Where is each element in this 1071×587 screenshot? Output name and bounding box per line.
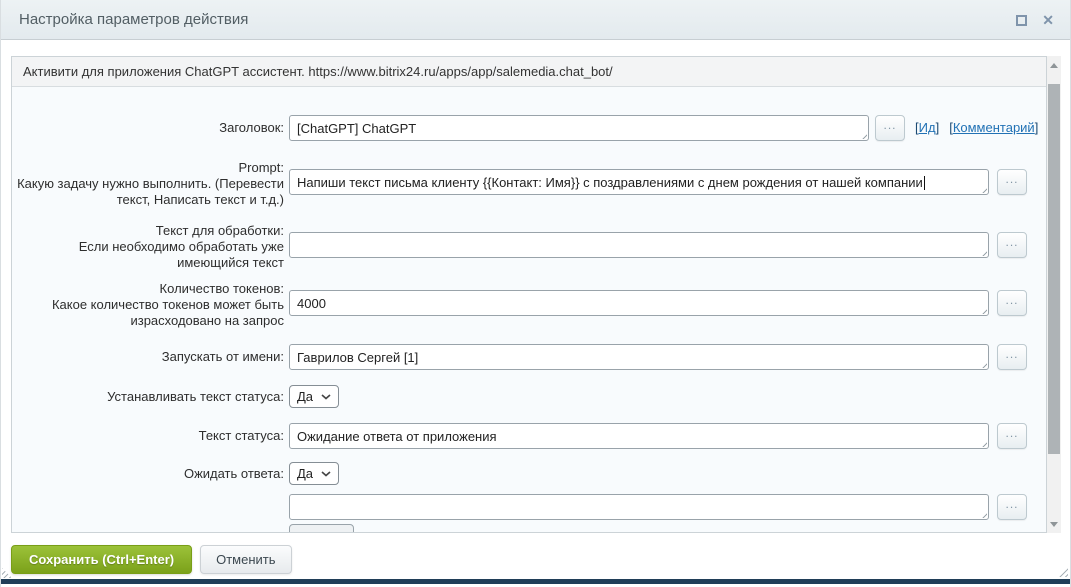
title-input[interactable]: [ChatGPT] ChatGPT <box>289 115 869 141</box>
scroll-up-icon[interactable] <box>1047 57 1061 73</box>
row-title: Заголовок: [ChatGPT] ChatGPT ... [Ид] [К… <box>12 115 1046 141</box>
tokens-input[interactable]: 4000 <box>289 290 989 316</box>
resize-grip-icon[interactable] <box>859 131 867 139</box>
row-extra: ... <box>12 494 1046 520</box>
form-pane: Активити для приложения ChatGPT ассистен… <box>11 56 1047 533</box>
resize-grip-icon[interactable] <box>1058 567 1068 577</box>
chevron-down-icon <box>321 394 331 400</box>
cancel-button[interactable]: Отменить <box>200 545 291 574</box>
row-prompt: Prompt: Какую задачу нужно выполнить. (П… <box>12 160 1046 208</box>
prompt-more-button[interactable]: ... <box>997 169 1027 195</box>
wait-reply-label: Ожидать ответа: <box>12 462 284 482</box>
action-settings-dialog: Настройка параметров действия ✕ Активити… <box>0 0 1071 587</box>
tokens-label: Количество токенов: Какое количество ток… <box>12 281 284 329</box>
run-as-input[interactable]: Гаврилов Сергей [1] <box>289 344 989 370</box>
title-links: [Ид] [Комментарий] <box>915 115 1047 135</box>
process-text-input[interactable] <box>289 232 989 258</box>
resize-grip-icon[interactable] <box>979 439 987 447</box>
row-set-status: Устанавливать текст статуса: Да <box>12 385 1046 408</box>
title-more-button[interactable]: ... <box>875 115 905 141</box>
row-tokens: Количество токенов: Какое количество ток… <box>12 281 1046 329</box>
set-status-label: Устанавливать текст статуса: <box>12 385 284 405</box>
process-text-description: Если необходимо обработать уже имеющийся… <box>12 239 284 271</box>
content-area: Активити для приложения ChatGPT ассистен… <box>11 56 1061 533</box>
window-controls: ✕ <box>1016 0 1054 40</box>
status-text-input[interactable]: Ожидание ответа от приложения <box>289 423 989 449</box>
row-wait-reply: Ожидать ответа: Да <box>12 462 1046 485</box>
resize-grip-icon[interactable] <box>979 510 987 518</box>
wait-reply-select[interactable]: Да <box>289 462 339 485</box>
resize-grip-icon[interactable] <box>979 185 987 193</box>
extra-more-button[interactable]: ... <box>997 494 1027 520</box>
dialog-bottom-edge <box>1 579 1070 584</box>
prompt-label: Prompt: Какую задачу нужно выполнить. (П… <box>12 160 284 208</box>
row-status-text: Текст статуса: Ожидание ответа от прилож… <box>12 423 1046 449</box>
id-link-wrap: [Ид] <box>915 120 939 135</box>
row-process-text: Текст для обработки: Если необходимо обр… <box>12 223 1046 271</box>
scrollbar-thumb[interactable] <box>1048 84 1060 454</box>
resize-grip-icon[interactable] <box>979 360 987 368</box>
prompt-description: Какую задачу нужно выполнить. (Перевести… <box>12 176 284 208</box>
row-run-as: Запускать от имени: Гаврилов Сергей [1] … <box>12 344 1046 370</box>
comment-link-wrap: [Комментарий] <box>949 120 1038 135</box>
tokens-description: Какое количество токенов может быть изра… <box>12 297 284 329</box>
comment-link[interactable]: Комментарий <box>953 120 1035 135</box>
dialog-title: Настройка параметров действия <box>19 11 248 28</box>
maximize-icon[interactable] <box>1016 15 1027 26</box>
app-info-text: Активити для приложения ChatGPT ассистен… <box>23 64 613 79</box>
clipped-element <box>289 524 354 533</box>
run-as-label: Запускать от имени: <box>12 344 284 365</box>
chevron-down-icon <box>321 471 331 477</box>
resize-grip-icon[interactable] <box>979 306 987 314</box>
vertical-scrollbar[interactable] <box>1047 56 1061 533</box>
status-text-label: Текст статуса: <box>12 423 284 444</box>
process-text-more-button[interactable]: ... <box>997 232 1027 258</box>
dialog-titlebar: Настройка параметров действия ✕ <box>1 0 1070 40</box>
text-caret <box>924 176 925 190</box>
run-as-more-button[interactable]: ... <box>997 344 1027 370</box>
parameters-form: Заголовок: [ChatGPT] ChatGPT ... [Ид] [К… <box>12 87 1046 533</box>
app-info-bar: Активити для приложения ChatGPT ассистен… <box>12 57 1046 87</box>
id-link[interactable]: Ид <box>919 120 936 135</box>
title-label: Заголовок: <box>12 115 284 136</box>
extra-input[interactable] <box>289 494 989 520</box>
tokens-more-button[interactable]: ... <box>997 290 1027 316</box>
prompt-input[interactable]: Напиши текст письма клиенту {{Контакт: И… <box>289 169 989 195</box>
scroll-down-icon[interactable] <box>1047 516 1061 532</box>
dialog-footer: Сохранить (Ctrl+Enter) Отменить <box>11 545 292 574</box>
close-icon[interactable]: ✕ <box>1042 13 1054 27</box>
process-text-label: Текст для обработки: Если необходимо обр… <box>12 223 284 271</box>
status-text-more-button[interactable]: ... <box>997 423 1027 449</box>
resize-grip-icon[interactable] <box>979 248 987 256</box>
set-status-select[interactable]: Да <box>289 385 339 408</box>
save-button[interactable]: Сохранить (Ctrl+Enter) <box>11 545 192 574</box>
